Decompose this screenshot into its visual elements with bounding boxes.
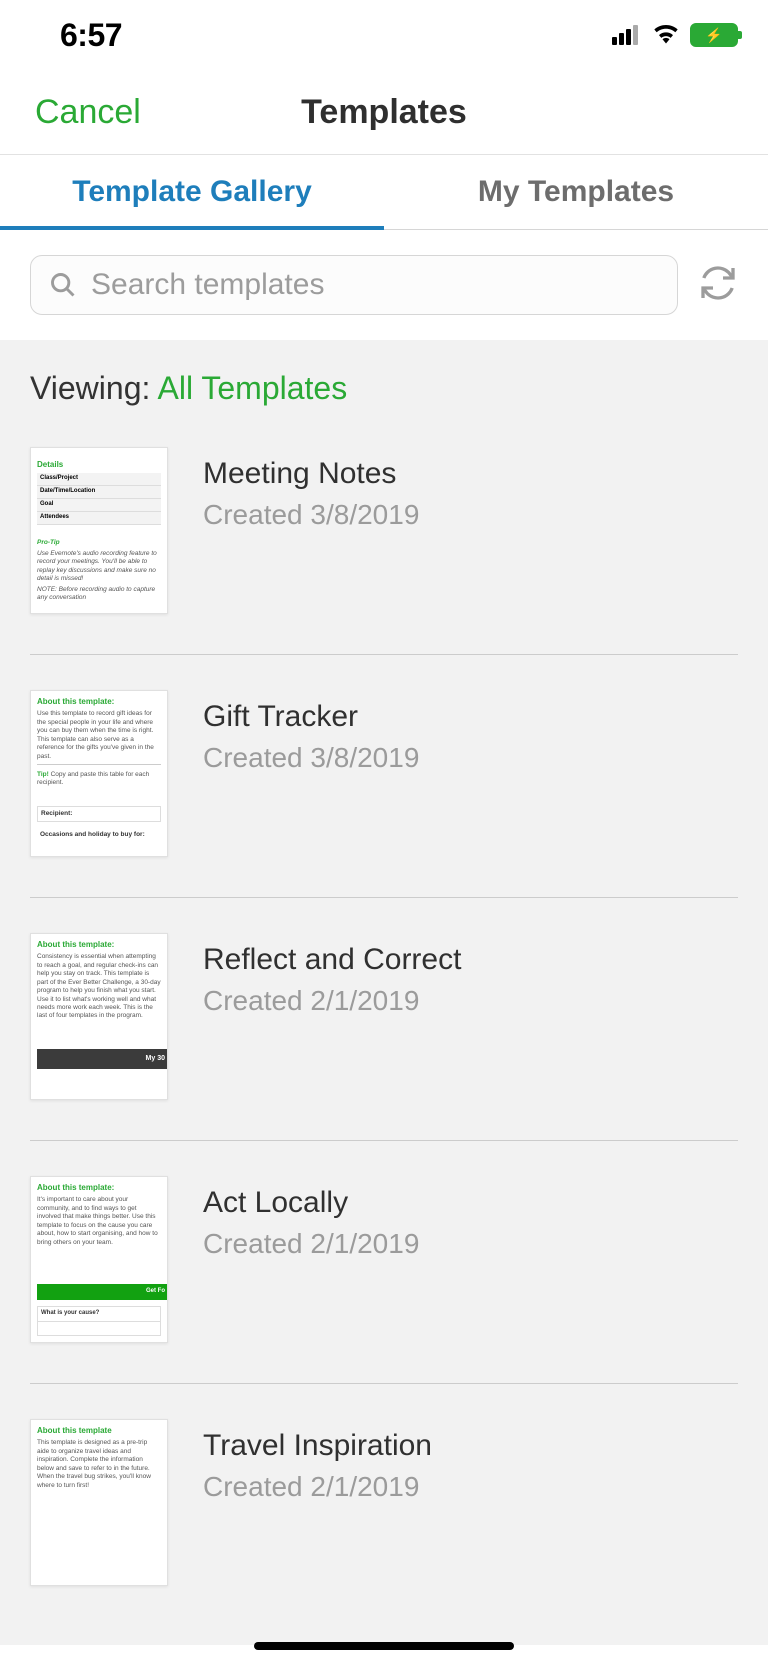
search-row: Search templates: [0, 230, 768, 340]
page-title: Templates: [301, 93, 467, 132]
template-title: Meeting Notes: [203, 457, 419, 491]
search-placeholder: Search templates: [91, 268, 324, 302]
tabs: Template Gallery My Templates: [0, 155, 768, 230]
template-thumbnail: About this template: Consistency is esse…: [30, 933, 168, 1100]
template-date: Created 2/1/2019: [203, 1228, 419, 1260]
template-title: Gift Tracker: [203, 700, 419, 734]
template-info: Act Locally Created 2/1/2019: [203, 1176, 419, 1343]
search-input[interactable]: Search templates: [30, 255, 678, 315]
status-icons: ⚡: [612, 22, 738, 49]
template-thumbnail: About this template This template is des…: [30, 1419, 168, 1586]
template-info: Meeting Notes Created 3/8/2019: [203, 447, 419, 614]
home-indicator[interactable]: [254, 1642, 514, 1650]
template-thumbnail: Details Class/Project Date/Time/Location…: [30, 447, 168, 614]
template-date: Created 3/8/2019: [203, 499, 419, 531]
template-thumbnail: About this template: Use this template t…: [30, 690, 168, 857]
status-bar: 6:57 ⚡: [0, 0, 768, 70]
template-info: Reflect and Correct Created 2/1/2019: [203, 933, 461, 1100]
template-date: Created 2/1/2019: [203, 1471, 432, 1503]
battery-icon: ⚡: [690, 23, 738, 47]
template-date: Created 3/8/2019: [203, 742, 419, 774]
content-area: Viewing: All Templates Details Class/Pro…: [0, 340, 768, 1645]
template-travel-inspiration[interactable]: About this template This template is des…: [30, 1419, 738, 1626]
search-icon: [49, 271, 77, 299]
template-act-locally[interactable]: About this template: It's important to c…: [30, 1176, 738, 1384]
nav-header: Cancel Templates: [0, 70, 768, 155]
template-reflect-correct[interactable]: About this template: Consistency is esse…: [30, 933, 738, 1141]
template-title: Act Locally: [203, 1186, 419, 1220]
viewing-label: Viewing: All Templates: [30, 370, 738, 407]
tab-my-templates[interactable]: My Templates: [384, 155, 768, 229]
signal-icon: [612, 25, 642, 45]
tab-template-gallery[interactable]: Template Gallery: [0, 155, 384, 229]
viewing-filter[interactable]: All Templates: [158, 370, 348, 406]
template-date: Created 2/1/2019: [203, 985, 461, 1017]
status-time: 6:57: [60, 17, 122, 54]
template-title: Travel Inspiration: [203, 1429, 432, 1463]
template-meeting-notes[interactable]: Details Class/Project Date/Time/Location…: [30, 447, 738, 655]
template-title: Reflect and Correct: [203, 943, 461, 977]
cancel-button[interactable]: Cancel: [35, 93, 141, 132]
refresh-icon: [698, 263, 738, 303]
template-gift-tracker[interactable]: About this template: Use this template t…: [30, 690, 738, 898]
refresh-button[interactable]: [698, 263, 738, 308]
template-info: Gift Tracker Created 3/8/2019: [203, 690, 419, 857]
wifi-icon: [652, 22, 680, 49]
template-thumbnail: About this template: It's important to c…: [30, 1176, 168, 1343]
template-info: Travel Inspiration Created 2/1/2019: [203, 1419, 432, 1586]
